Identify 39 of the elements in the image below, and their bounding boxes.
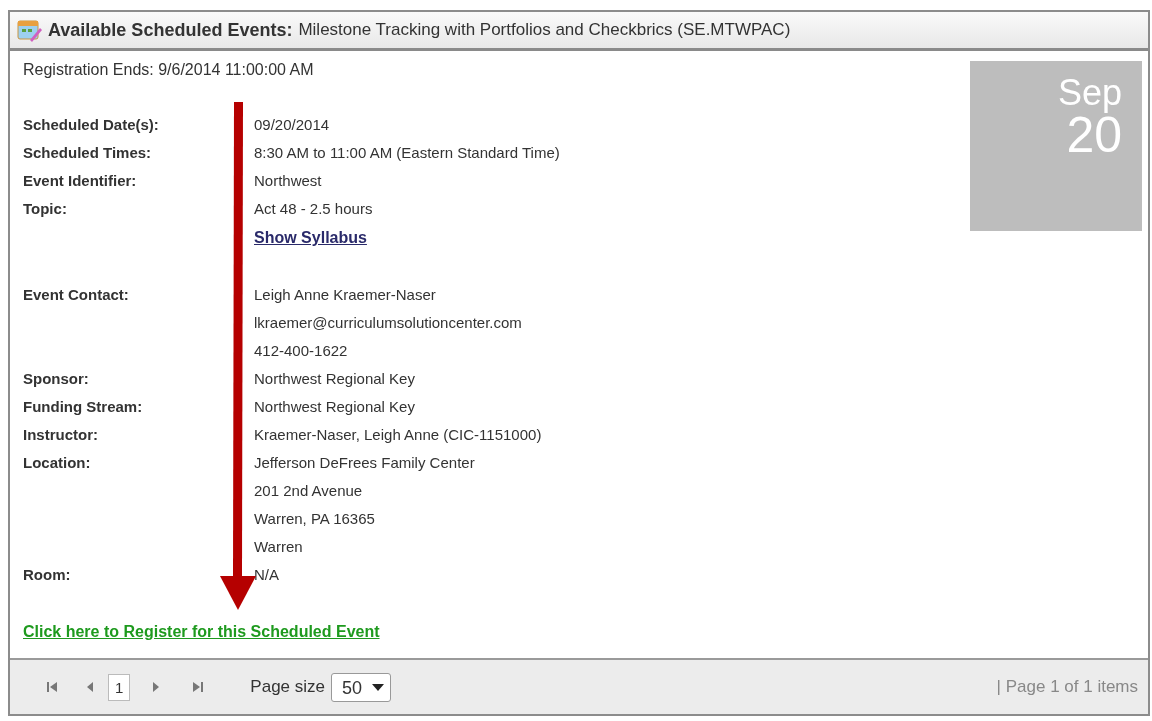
date-month: Sep (1057, 75, 1122, 111)
last-page-icon (192, 680, 205, 694)
field-label: Instructor: (23, 425, 99, 445)
field-value: Leigh Anne Kraemer-Naser (254, 285, 437, 305)
first-page-icon (46, 680, 58, 694)
field-label: Event Contact: (23, 285, 130, 305)
field-value: Northwest Regional Key (254, 369, 415, 389)
calendar-edit-icon (16, 18, 42, 42)
caret-icon (372, 684, 385, 692)
field-value: Act 48 - 2.5 hours (254, 199, 373, 219)
field-value: Jefferson DeFrees Family Center (254, 453, 475, 473)
field-label: Funding Stream: (23, 397, 144, 417)
field-value: Warren, PA 16365 (254, 509, 376, 529)
field-value: lkraemer@curriculumsolutioncenter.com (254, 313, 522, 333)
page-size-select[interactable]: 50 (331, 672, 392, 702)
field-value: Warren (254, 537, 304, 557)
field-value: 201 2nd Avenue (254, 481, 364, 501)
field-label: Room: (23, 565, 72, 585)
panel-title: Available Scheduled Events: (48, 19, 293, 41)
syllabus-link[interactable]: Show Syllabus (254, 223, 373, 253)
field-label: Location: (23, 453, 92, 473)
registration-deadline: Registration Ends: 9/6/2014 11:00:00 AM (23, 61, 315, 79)
field-label: Scheduled Times: (23, 143, 153, 163)
field-value: Northwest Regional Key (254, 397, 415, 417)
field-value: Northwest (254, 171, 322, 191)
field-value: N/A (254, 565, 279, 585)
field-value: 09/20/2014 (254, 115, 330, 135)
register-link[interactable]: Click here to Register for this Scheduled Event (23, 623, 380, 641)
page-number-field[interactable]: 1 (108, 673, 131, 701)
event-name: Milestone Tracking with Portfolios and Checkbrics (SE.MTWPAC) (298, 20, 791, 40)
field-label: Sponsor: (23, 369, 90, 389)
page-size-label: Page size (250, 677, 325, 697)
field-label: Topic: (23, 199, 68, 219)
field-value: 8:30 AM to 11:00 AM (Eastern Standard Time) (254, 143, 560, 163)
field-value: 412-400-1622 (254, 341, 349, 361)
field-value: Kraemer-Naser, Leigh Anne (CIC-1151000) (254, 425, 542, 445)
field-label: Event Identifier: (23, 171, 138, 191)
page-summary: | Page 1 of 1 items (996, 677, 1138, 697)
field-label: Scheduled Date(s): (23, 115, 160, 135)
